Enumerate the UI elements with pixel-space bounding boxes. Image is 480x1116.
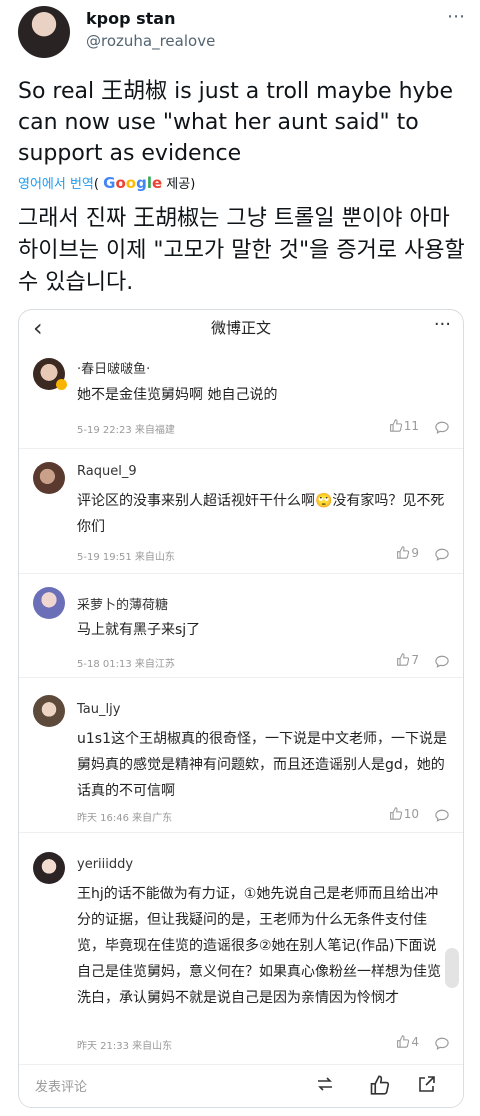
reply-icon[interactable] [435,653,449,672]
share-icon[interactable] [417,1075,436,1098]
like-button[interactable]: 7 [396,653,419,667]
like-count: 7 [411,653,419,667]
like-count: 9 [411,546,419,560]
commenter-name[interactable]: yeriiiddy [77,857,133,872]
thumbs-up-icon [389,807,402,820]
commenter-name[interactable]: ·春日啵啵鱼· [77,358,150,377]
commenter-avatar[interactable] [33,852,65,884]
provider-open: ( [93,177,99,192]
weibo-screenshot: ‹ 微博正文 ··· ·春日啵啵鱼· 她不是金佳览舅妈啊 她自己说的 5-19 … [18,309,464,1108]
weibo-title: 微博正文 [210,319,271,337]
reply-icon[interactable] [435,419,449,438]
translation-attribution[interactable]: 영어에서 번역( Google 제공) [18,173,195,192]
comment-input[interactable]: 发表评论 [35,1076,87,1095]
author-avatar[interactable] [18,6,70,58]
commenter-name[interactable]: Raquel_9 [77,464,137,479]
comment-text: 王hj的话不能做为有力证，①她先说自己是老师而且给出冲分的证据，但让我疑问的是，… [77,886,441,1006]
reply-icon[interactable] [435,807,449,826]
reply-icon[interactable] [435,546,449,565]
comment-item: ·春日啵啵鱼· 她不是金佳览舅妈啊 她自己说的 5-19 22:23 来自福建 … [19,348,463,449]
tweet-header: kpop stan @rozuha_realove ⋯ [0,0,480,70]
comment-meta: 昨天 21:33 来自山东 [77,1041,173,1052]
thumbs-up-icon [389,419,402,432]
comment-meta: 5-19 22:23 来自福建 [77,425,175,436]
like-button[interactable]: 4 [396,1035,419,1049]
like-count: 4 [411,1035,419,1049]
comment-meta: 昨天 16:46 来自广东 [77,813,173,824]
like-count: 11 [403,419,419,433]
weibo-topbar: ‹ 微博正文 ··· [19,310,463,348]
commenter-avatar[interactable] [33,695,65,727]
weibo-bottom-bar: 发表评论 [19,1064,463,1107]
reply-icon[interactable] [435,1035,449,1054]
comment-text: u1s1这个王胡椒真的很奇怪，一下说是中文老师，一下说是舅妈真的感觉是精神有问题… [77,731,447,799]
thumbs-up-icon [397,653,410,666]
comment-text: 她不是金佳览舅妈啊 她自己说的 [77,387,278,403]
comment-item: yeriiiddy 王hj的话不能做为有力证，①她先说自己是老师而且给出冲分的证… [19,832,463,1065]
author-name[interactable]: kpop stan [86,9,175,28]
tweet-text: So real 王胡椒 is just a troll maybe hybe c… [18,79,454,166]
commenter-avatar[interactable] [33,462,65,494]
comment-text: 评论区的没事来别人超话视奸干什么啊🙄没有家吗？见不死你们 [77,493,445,535]
comment-meta: 5-18 01:13 来自江苏 [77,659,175,670]
like-button[interactable]: 9 [396,546,419,560]
commenter-name[interactable]: Tau_ljy [77,702,120,717]
like-count: 10 [403,807,419,821]
like-icon[interactable] [369,1075,390,1099]
comment-text: 马上就有黑子来sj了 [77,622,201,638]
google-logo: Google [103,174,163,192]
author-handle[interactable]: @rozuha_realove [86,32,215,50]
repost-icon[interactable] [315,1075,335,1097]
more-icon[interactable]: ··· [434,314,451,335]
comment-item: 采萝卜的薄荷糖 马上就有黑子来sj了 5-18 01:13 来自江苏 7 [19,573,463,678]
translate-label[interactable]: 영어에서 번역 [18,177,94,192]
commenter-name[interactable]: 采萝卜的薄荷糖 [77,594,168,613]
like-button[interactable]: 11 [389,419,419,433]
scroll-handle[interactable] [445,948,459,988]
comment-meta: 5-19 19:51 来自山东 [77,552,175,563]
like-button[interactable]: 10 [389,807,419,821]
comment-item: Tau_ljy u1s1这个王胡椒真的很奇怪，一下说是中文老师，一下说是舅妈真的… [19,677,463,833]
thumbs-up-icon [397,1035,410,1048]
comment-item: Raquel_9 评论区的没事来别人超话视奸干什么啊🙄没有家吗？见不死你们 5-… [19,448,463,574]
more-options-icon[interactable]: ⋯ [447,6,466,27]
thumbs-up-icon [397,546,410,559]
provider-close: 제공) [166,177,196,192]
vip-badge-icon [56,379,67,390]
commenter-avatar[interactable] [33,587,65,619]
translated-text: 그래서 진짜 王胡椒는 그냥 트롤일 뿐이야 아마 하이브는 이제 "고모가 말… [18,206,465,295]
